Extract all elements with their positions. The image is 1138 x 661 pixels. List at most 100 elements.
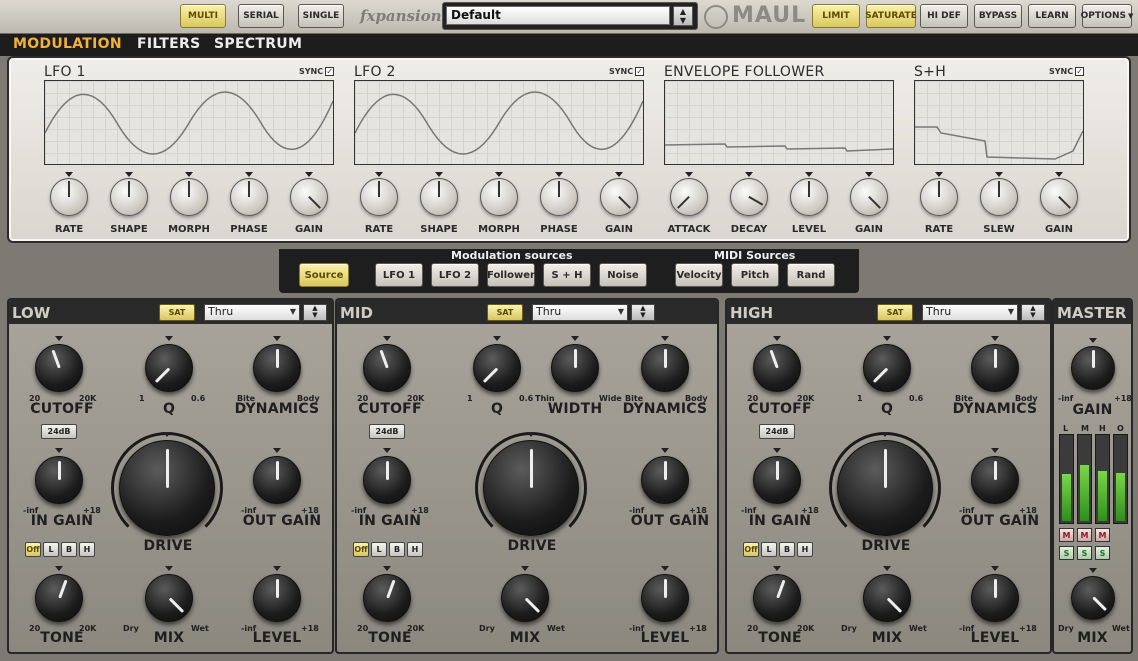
mid-mode-stepper[interactable]: ▲ ▼	[631, 304, 655, 321]
checkbox-icon[interactable]: ✓	[635, 67, 645, 76]
mid-drive-knob[interactable]	[483, 440, 579, 536]
env-knob-1[interactable]	[730, 178, 768, 216]
low-q-knob[interactable]	[145, 344, 193, 392]
pitch-source-button[interactable]: Pitch	[731, 263, 779, 287]
low-sat-button[interactable]: SAT	[159, 304, 195, 321]
high-in-gain-knob[interactable]	[753, 456, 801, 504]
master-mix-knob[interactable]	[1071, 576, 1115, 620]
high-drive-knob[interactable]	[837, 440, 933, 536]
high-cutoff-knob[interactable]	[753, 344, 801, 392]
mid-mix-knob[interactable]	[501, 574, 549, 622]
lfo2-source-button[interactable]: LFO 2	[431, 263, 479, 287]
high-mode-stepper[interactable]: ▲ ▼	[1021, 304, 1045, 321]
lfo1-knob-3[interactable]	[230, 178, 268, 216]
tab-modulation[interactable]: MODULATION	[13, 36, 122, 52]
high-solo-h-button[interactable]: H	[797, 542, 813, 557]
env-knob-0[interactable]	[670, 178, 708, 216]
lfo1-sync[interactable]: SYNC ✓	[299, 67, 335, 76]
low-drive-knob[interactable]	[119, 440, 215, 536]
high-q-knob[interactable]	[863, 344, 911, 392]
low-solo-b-button[interactable]: B	[61, 542, 77, 557]
env-knob-2[interactable]	[790, 178, 828, 216]
limit-button[interactable]: LIMIT	[812, 4, 860, 28]
checkbox-icon[interactable]: ✓	[1075, 67, 1085, 76]
serial-button[interactable]: SERIAL	[238, 4, 284, 28]
sh-knob-0[interactable]	[920, 178, 958, 216]
mid-solo-l-button[interactable]: L	[371, 542, 387, 557]
low-dynamics-knob[interactable]	[253, 344, 301, 392]
preset-stepper[interactable]: ▲ ▼	[673, 6, 693, 26]
bypass-button[interactable]: BYPASS	[974, 4, 1022, 28]
sh-sync[interactable]: SYNC ✓	[1049, 67, 1085, 76]
mid-sat-button[interactable]: SAT	[487, 304, 523, 321]
low-level-knob[interactable]	[253, 574, 301, 622]
low-out-gain-knob[interactable]	[253, 456, 301, 504]
lfo2-knob-3[interactable]	[540, 178, 578, 216]
solo-button[interactable]: S	[1059, 546, 1074, 560]
high-out-gain-knob[interactable]	[971, 456, 1019, 504]
hi-def-button[interactable]: HI DEF	[920, 4, 968, 28]
solo-button[interactable]: S	[1077, 546, 1092, 560]
low-mix-knob[interactable]	[145, 574, 193, 622]
lfo1-source-button[interactable]: LFO 1	[375, 263, 423, 287]
mid-width-knob[interactable]	[551, 344, 599, 392]
mid-dynamics-knob[interactable]	[641, 344, 689, 392]
high-slope-button[interactable]: 24dB	[759, 424, 795, 439]
noise-source-button[interactable]: Noise	[599, 263, 647, 287]
master-gain-knob[interactable]	[1071, 346, 1115, 390]
low-solo-l-button[interactable]: L	[43, 542, 59, 557]
lfo2-knob-1[interactable]	[420, 178, 458, 216]
low-solo-off-button[interactable]: Off	[25, 542, 41, 557]
sh-knob-1[interactable]	[980, 178, 1018, 216]
sh-knob-2[interactable]	[1040, 178, 1078, 216]
mid-q-knob[interactable]	[473, 344, 521, 392]
sh-source-button[interactable]: S + H	[543, 263, 591, 287]
source-button[interactable]: Source	[299, 263, 349, 287]
mid-solo-b-button[interactable]: B	[389, 542, 405, 557]
low-mode-select[interactable]: Thru	[204, 304, 300, 321]
high-solo-l-button[interactable]: L	[761, 542, 777, 557]
mid-tone-knob[interactable]	[363, 574, 411, 622]
mid-solo-h-button[interactable]: H	[407, 542, 423, 557]
high-solo-off-button[interactable]: Off	[743, 542, 759, 557]
lfo2-knob-4[interactable]	[600, 178, 638, 216]
env-knob-3[interactable]	[850, 178, 888, 216]
mid-in-gain-knob[interactable]	[363, 456, 411, 504]
options-button[interactable]: OPTIONS ▼	[1081, 4, 1133, 28]
checkbox-icon[interactable]: ✓	[325, 67, 335, 76]
mid-solo-off-button[interactable]: Off	[353, 542, 369, 557]
preset-name[interactable]: Default	[446, 6, 670, 25]
high-level-knob[interactable]	[971, 574, 1019, 622]
lfo1-knob-1[interactable]	[110, 178, 148, 216]
low-tone-knob[interactable]	[35, 574, 83, 622]
lfo2-sync[interactable]: SYNC ✓	[609, 67, 645, 76]
high-dynamics-knob[interactable]	[971, 344, 1019, 392]
high-mix-knob[interactable]	[863, 574, 911, 622]
high-tone-knob[interactable]	[753, 574, 801, 622]
low-cutoff-knob[interactable]	[35, 344, 83, 392]
high-solo-b-button[interactable]: B	[779, 542, 795, 557]
mid-cutoff-knob[interactable]	[363, 344, 411, 392]
single-button[interactable]: SINGLE	[298, 4, 344, 28]
mid-slope-button[interactable]: 24dB	[369, 424, 405, 439]
high-mode-select[interactable]: Thru	[922, 304, 1018, 321]
rand-source-button[interactable]: Rand	[787, 263, 835, 287]
mute-button[interactable]: M	[1077, 528, 1092, 542]
lfo1-knob-2[interactable]	[170, 178, 208, 216]
mute-button[interactable]: M	[1095, 528, 1110, 542]
mid-mode-select[interactable]: Thru	[532, 304, 628, 321]
lfo1-knob-0[interactable]	[50, 178, 88, 216]
mid-out-gain-knob[interactable]	[641, 456, 689, 504]
lfo2-knob-2[interactable]	[480, 178, 518, 216]
preset-selector[interactable]: Default ▲ ▼	[442, 2, 698, 30]
learn-button[interactable]: LEARN	[1028, 4, 1076, 28]
solo-button[interactable]: S	[1095, 546, 1110, 560]
mute-button[interactable]: M	[1059, 528, 1074, 542]
saturate-button[interactable]: SATURATE	[865, 4, 917, 28]
mid-level-knob[interactable]	[641, 574, 689, 622]
multi-button[interactable]: MULTI	[180, 4, 226, 28]
tab-filters[interactable]: FILTERS	[137, 36, 200, 52]
lfo1-knob-4[interactable]	[290, 178, 328, 216]
low-slope-button[interactable]: 24dB	[41, 424, 77, 439]
low-in-gain-knob[interactable]	[35, 456, 83, 504]
